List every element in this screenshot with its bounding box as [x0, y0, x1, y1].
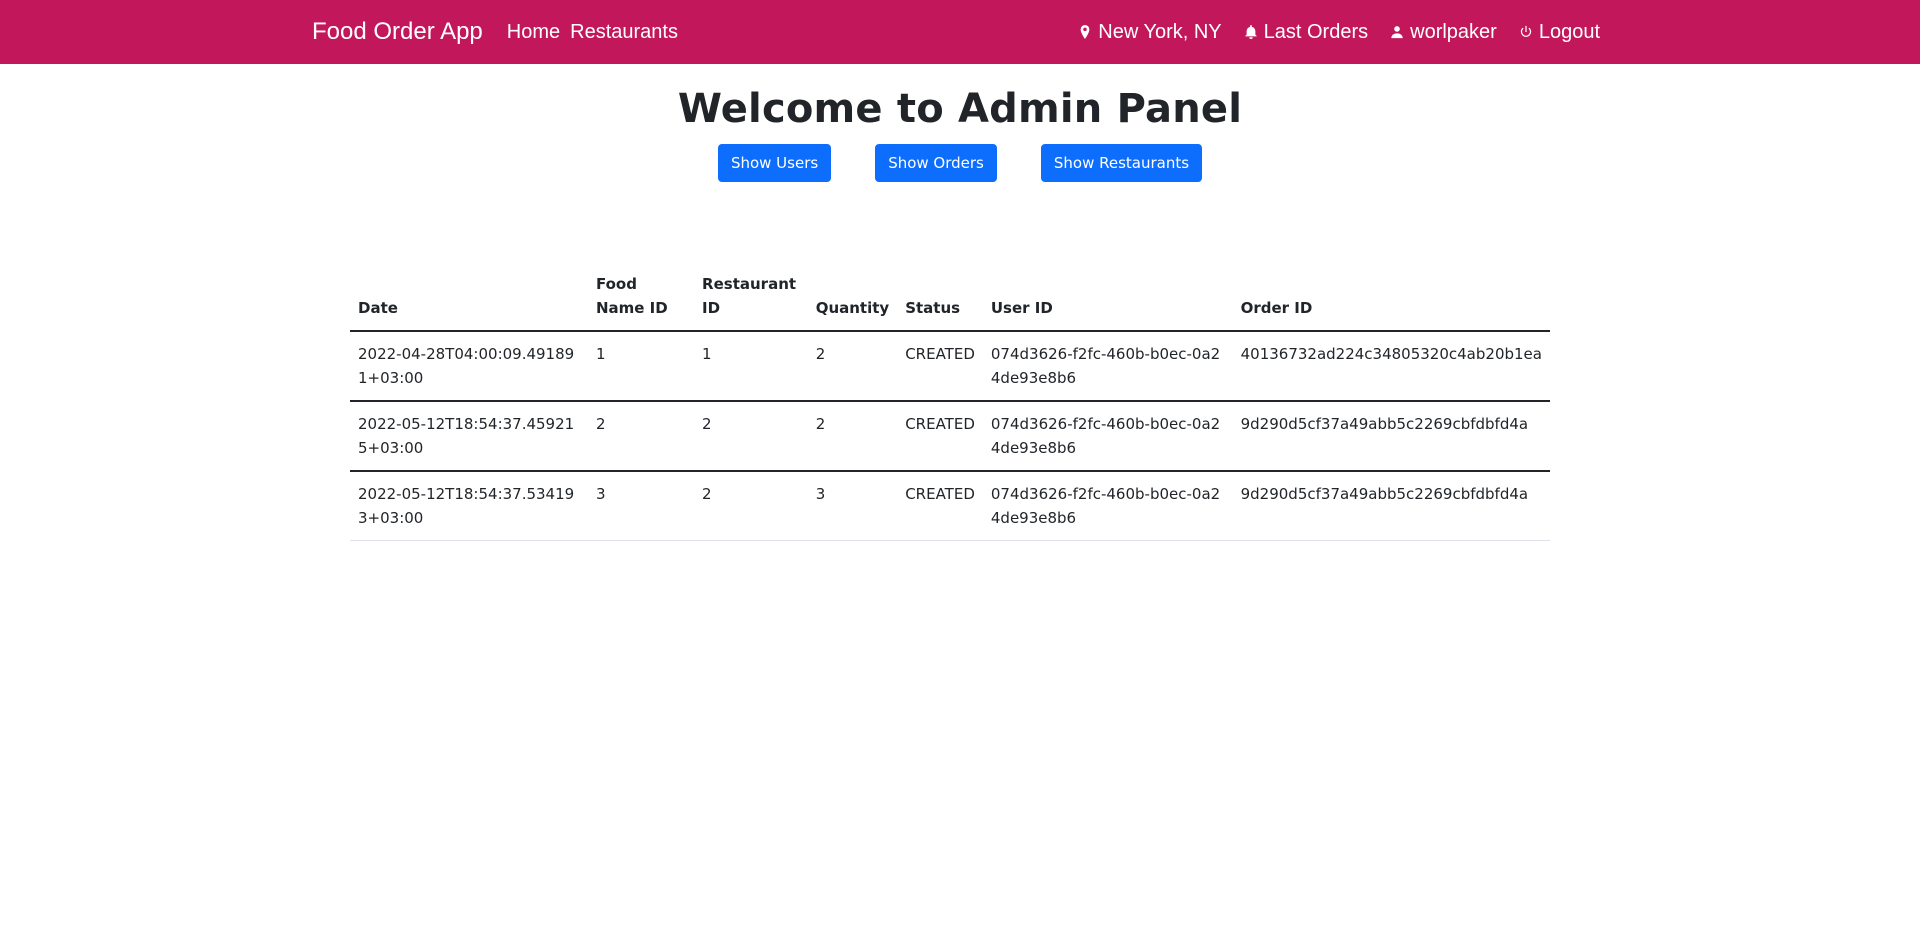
show-orders-button[interactable]: Show Orders — [875, 144, 997, 182]
cell-food-name-id: 2 — [587, 401, 695, 472]
show-users-button[interactable]: Show Users — [717, 144, 832, 182]
table-row: 2022-04-28T04:00:09.491891+03:00 1 1 2 C… — [350, 331, 1550, 402]
cell-restaurant-id: 2 — [694, 471, 808, 541]
header-status: Status — [897, 264, 983, 332]
top-navbar: Food Order App Home Restaurants New York… — [0, 0, 1920, 64]
cell-quantity: 2 — [807, 331, 898, 402]
cell-user-id: 074d3626-f2fc-460b-b0ec-0a24de93e8b6 — [982, 401, 1233, 472]
cell-user-id: 074d3626-f2fc-460b-b0ec-0a24de93e8b6 — [982, 331, 1233, 402]
cell-food-name-id: 3 — [587, 471, 695, 541]
page-title: Welcome to Admin Panel — [677, 86, 1243, 132]
brand-link[interactable]: Food Order App — [312, 18, 483, 46]
cell-date: 2022-04-28T04:00:09.491891+03:00 — [350, 331, 588, 402]
nav-last-orders[interactable]: Last Orders — [1244, 21, 1368, 44]
orders-table-container: Date Food Name ID Restaurant ID Quantity… — [350, 264, 1550, 541]
nav-restaurants-link[interactable]: Restaurants — [570, 21, 678, 44]
cell-date: 2022-05-12T18:54:37.534193+03:00 — [350, 471, 588, 541]
person-icon — [1390, 24, 1404, 40]
cell-restaurant-id: 1 — [694, 331, 808, 402]
cell-status: CREATED — [897, 401, 983, 472]
nav-right: New York, NY Last Orders worlpaker Logou… — [1078, 21, 1600, 44]
header-date: Date — [350, 264, 588, 332]
cell-quantity: 2 — [807, 401, 898, 472]
cell-restaurant-id: 2 — [694, 401, 808, 472]
power-icon — [1519, 24, 1533, 40]
cell-date: 2022-05-12T18:54:37.459215+03:00 — [350, 401, 588, 472]
table-row: 2022-05-12T18:54:37.459215+03:00 2 2 2 C… — [350, 401, 1550, 472]
map-pin-icon — [1078, 24, 1092, 40]
nav-home-link[interactable]: Home — [507, 21, 560, 44]
nav-user[interactable]: worlpaker — [1390, 21, 1497, 44]
main-content: Welcome to Admin Panel Show Users Show O… — [0, 86, 1920, 541]
header-order-id: Order ID — [1232, 264, 1550, 332]
nav-logout-label: Logout — [1538, 20, 1600, 43]
bell-icon — [1244, 24, 1258, 40]
header-user-id: User ID — [982, 264, 1233, 332]
cell-order-id: 40136732ad224c34805320c4ab20b1ea — [1232, 331, 1550, 402]
nav-left: Home Restaurants — [507, 21, 688, 44]
table-header-row: Date Food Name ID Restaurant ID Quantity… — [350, 264, 1550, 332]
cell-food-name-id: 1 — [587, 331, 695, 402]
orders-table: Date Food Name ID Restaurant ID Quantity… — [350, 264, 1550, 541]
cell-status: CREATED — [897, 471, 983, 541]
cell-order-id: 9d290d5cf37a49abb5c2269cbfdbfd4a — [1232, 401, 1550, 472]
nav-logout[interactable]: Logout — [1519, 21, 1600, 44]
cell-order-id: 9d290d5cf37a49abb5c2269cbfdbfd4a — [1232, 471, 1550, 541]
nav-last-orders-label: Last Orders — [1263, 20, 1369, 43]
cell-user-id: 074d3626-f2fc-460b-b0ec-0a24de93e8b6 — [982, 471, 1233, 541]
nav-location[interactable]: New York, NY — [1078, 20, 1222, 44]
cell-status: CREATED — [897, 331, 983, 402]
table-row: 2022-05-12T18:54:37.534193+03:00 3 2 3 C… — [350, 471, 1550, 541]
nav-location-label: New York, NY — [1098, 20, 1222, 43]
nav-username: worlpaker — [1410, 20, 1497, 43]
header-restaurant-id: Restaurant ID — [694, 264, 808, 332]
header-food-name-id: Food Name ID — [587, 264, 695, 332]
header-quantity: Quantity — [807, 264, 898, 332]
admin-actions: Show Users Show Orders Show Restaurants — [0, 144, 1920, 182]
cell-quantity: 3 — [807, 471, 898, 541]
show-restaurants-button[interactable]: Show Restaurants — [1040, 144, 1203, 182]
